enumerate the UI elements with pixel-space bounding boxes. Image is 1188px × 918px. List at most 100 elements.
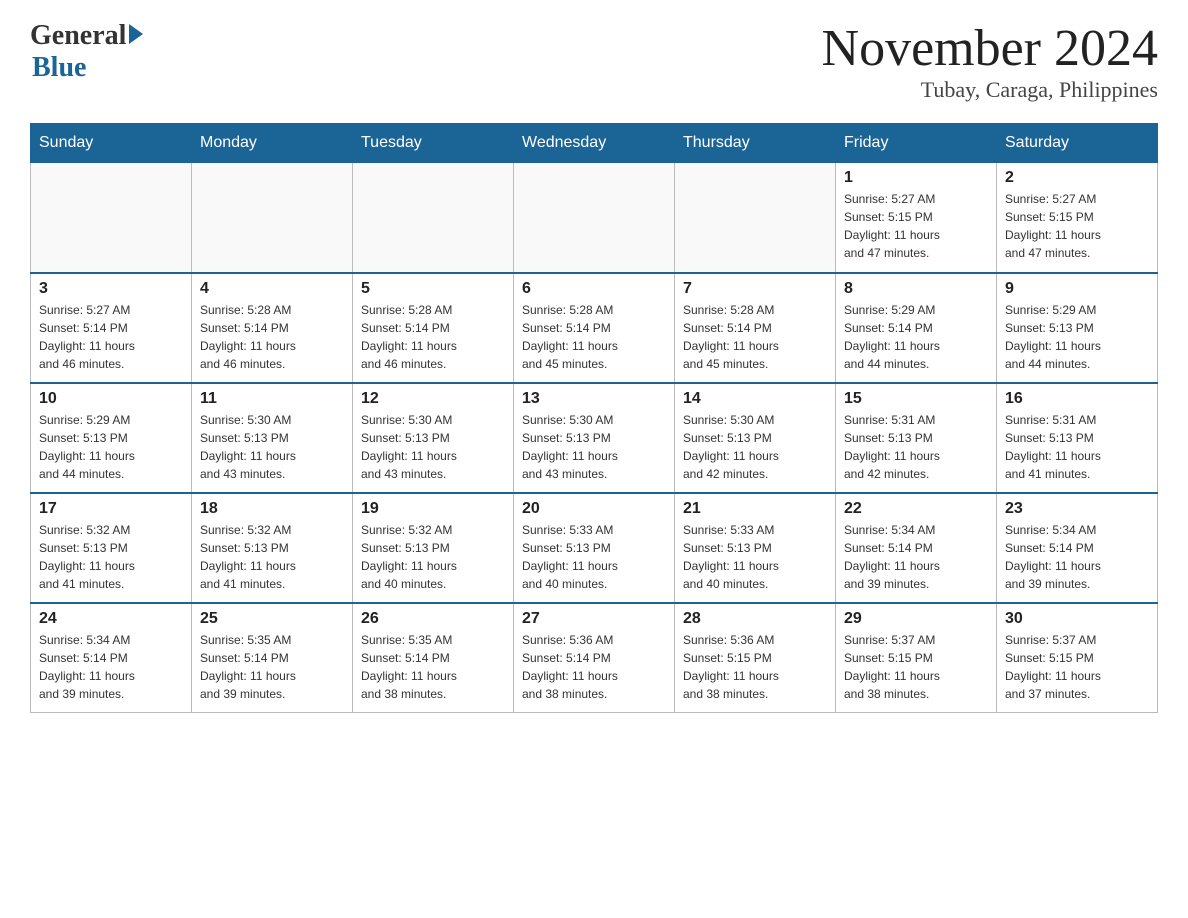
- calendar-cell: 4 Sunrise: 5:28 AMSunset: 5:14 PMDaylight…: [192, 273, 353, 383]
- calendar-cell: [514, 163, 675, 273]
- day-number: 5: [361, 280, 505, 298]
- calendar-cell: 13 Sunrise: 5:30 AMSunset: 5:13 PMDayligh…: [514, 383, 675, 493]
- day-info: Sunrise: 5:27 AMSunset: 5:14 PMDaylight:…: [39, 301, 183, 373]
- calendar-row-5: 24Sunrise: 5:34 AMSunset: 5:14 PMDayligh…: [31, 603, 1158, 713]
- calendar-cell: 25Sunrise: 5:35 AMSunset: 5:14 PMDayligh…: [192, 603, 353, 713]
- calendar-cell: 14Sunrise: 5:30 AMSunset: 5:13 PMDayligh…: [675, 383, 836, 493]
- day-number: 6: [522, 280, 666, 298]
- day-info: Sunrise: 5:32 AMSunset: 5:13 PMDaylight:…: [361, 521, 505, 593]
- header-wednesday: Wednesday: [514, 124, 675, 163]
- logo-blue-text: Blue: [32, 52, 86, 84]
- day-info: Sunrise: 5:27 AMSunset: 5:15 PMDaylight:…: [1005, 190, 1149, 262]
- calendar-cell: 23 Sunrise: 5:34 AMSunset: 5:14 PMDayligh…: [997, 493, 1158, 603]
- calendar-cell: 17 Sunrise: 5:32 AMSunset: 5:13 PMDayligh…: [31, 493, 192, 603]
- day-info: Sunrise: 5:34 AMSunset: 5:14 PMDaylight:…: [844, 521, 988, 593]
- calendar-cell: 5Sunrise: 5:28 AMSunset: 5:14 PMDaylight…: [353, 273, 514, 383]
- logo-general-text: General: [30, 20, 126, 52]
- day-info: Sunrise: 5:36 AMSunset: 5:14 PMDaylight:…: [522, 631, 666, 703]
- calendar-cell: 16 Sunrise: 5:31 AMSunset: 5:13 PMDayligh…: [997, 383, 1158, 493]
- day-info: Sunrise: 5:30 AMSunset: 5:13 PMDaylight:…: [361, 411, 505, 483]
- day-info: Sunrise: 5:28 AMSunset: 5:14 PMDaylight:…: [522, 301, 666, 373]
- month-year-title: November 2024: [822, 20, 1158, 77]
- header-sunday: Sunday: [31, 124, 192, 163]
- day-number: 23: [1005, 500, 1149, 518]
- header-friday: Friday: [836, 124, 997, 163]
- calendar-cell: 12 Sunrise: 5:30 AMSunset: 5:13 PMDayligh…: [353, 383, 514, 493]
- day-number: 7: [683, 280, 827, 298]
- day-number: 11: [200, 390, 344, 408]
- day-info: Sunrise: 5:31 AMSunset: 5:13 PMDaylight:…: [1005, 411, 1149, 483]
- page-header: General Blue November 2024 Tubay, Caraga…: [30, 20, 1158, 103]
- header-row: Sunday Monday Tuesday Wednesday Thursday…: [31, 124, 1158, 163]
- day-info: Sunrise: 5:30 AMSunset: 5:13 PMDaylight:…: [522, 411, 666, 483]
- day-info: Sunrise: 5:35 AMSunset: 5:14 PMDaylight:…: [200, 631, 344, 703]
- day-number: 4: [200, 280, 344, 298]
- calendar-cell: 19 Sunrise: 5:32 AMSunset: 5:13 PMDayligh…: [353, 493, 514, 603]
- day-info: Sunrise: 5:36 AMSunset: 5:15 PMDaylight:…: [683, 631, 827, 703]
- day-number: 16: [1005, 390, 1149, 408]
- header-saturday: Saturday: [997, 124, 1158, 163]
- header-tuesday: Tuesday: [353, 124, 514, 163]
- calendar-cell: 24Sunrise: 5:34 AMSunset: 5:14 PMDayligh…: [31, 603, 192, 713]
- calendar-cell: [31, 163, 192, 273]
- calendar-cell: 18 Sunrise: 5:32 AMSunset: 5:13 PMDayligh…: [192, 493, 353, 603]
- calendar-cell: 30Sunrise: 5:37 AMSunset: 5:15 PMDayligh…: [997, 603, 1158, 713]
- calendar-row-4: 17 Sunrise: 5:32 AMSunset: 5:13 PMDayligh…: [31, 493, 1158, 603]
- calendar-cell: [675, 163, 836, 273]
- location-subtitle: Tubay, Caraga, Philippines: [822, 77, 1158, 103]
- day-number: 26: [361, 610, 505, 628]
- day-info: Sunrise: 5:28 AMSunset: 5:14 PMDaylight:…: [683, 301, 827, 373]
- calendar-cell: [192, 163, 353, 273]
- calendar-cell: 28 Sunrise: 5:36 AMSunset: 5:15 PMDayligh…: [675, 603, 836, 713]
- calendar-cell: 21 Sunrise: 5:33 AMSunset: 5:13 PMDayligh…: [675, 493, 836, 603]
- calendar-row-3: 10Sunrise: 5:29 AMSunset: 5:13 PMDayligh…: [31, 383, 1158, 493]
- calendar-cell: 10Sunrise: 5:29 AMSunset: 5:13 PMDayligh…: [31, 383, 192, 493]
- header-monday: Monday: [192, 124, 353, 163]
- day-info: Sunrise: 5:34 AMSunset: 5:14 PMDaylight:…: [1005, 521, 1149, 593]
- day-number: 18: [200, 500, 344, 518]
- day-number: 24: [39, 610, 183, 628]
- day-number: 22: [844, 500, 988, 518]
- calendar-cell: 27 Sunrise: 5:36 AMSunset: 5:14 PMDayligh…: [514, 603, 675, 713]
- day-info: Sunrise: 5:28 AMSunset: 5:14 PMDaylight:…: [200, 301, 344, 373]
- day-info: Sunrise: 5:33 AMSunset: 5:13 PMDaylight:…: [683, 521, 827, 593]
- calendar-cell: 29Sunrise: 5:37 AMSunset: 5:15 PMDayligh…: [836, 603, 997, 713]
- day-info: Sunrise: 5:37 AMSunset: 5:15 PMDaylight:…: [1005, 631, 1149, 703]
- calendar-cell: 6 Sunrise: 5:28 AMSunset: 5:14 PMDaylight…: [514, 273, 675, 383]
- calendar-cell: [353, 163, 514, 273]
- day-info: Sunrise: 5:33 AMSunset: 5:13 PMDaylight:…: [522, 521, 666, 593]
- day-number: 21: [683, 500, 827, 518]
- day-number: 3: [39, 280, 183, 298]
- day-info: Sunrise: 5:32 AMSunset: 5:13 PMDaylight:…: [39, 521, 183, 593]
- calendar-cell: 7 Sunrise: 5:28 AMSunset: 5:14 PMDaylight…: [675, 273, 836, 383]
- day-info: Sunrise: 5:27 AMSunset: 5:15 PMDaylight:…: [844, 190, 988, 262]
- day-info: Sunrise: 5:29 AMSunset: 5:14 PMDaylight:…: [844, 301, 988, 373]
- calendar-cell: 2Sunrise: 5:27 AMSunset: 5:15 PMDaylight…: [997, 163, 1158, 273]
- day-info: Sunrise: 5:30 AMSunset: 5:13 PMDaylight:…: [683, 411, 827, 483]
- day-number: 1: [844, 169, 988, 187]
- day-number: 10: [39, 390, 183, 408]
- day-info: Sunrise: 5:32 AMSunset: 5:13 PMDaylight:…: [200, 521, 344, 593]
- day-number: 12: [361, 390, 505, 408]
- day-number: 19: [361, 500, 505, 518]
- calendar-table: Sunday Monday Tuesday Wednesday Thursday…: [30, 123, 1158, 713]
- calendar-cell: 3 Sunrise: 5:27 AMSunset: 5:14 PMDaylight…: [31, 273, 192, 383]
- day-number: 9: [1005, 280, 1149, 298]
- header-thursday: Thursday: [675, 124, 836, 163]
- day-info: Sunrise: 5:37 AMSunset: 5:15 PMDaylight:…: [844, 631, 988, 703]
- day-number: 27: [522, 610, 666, 628]
- calendar-row-2: 3 Sunrise: 5:27 AMSunset: 5:14 PMDaylight…: [31, 273, 1158, 383]
- day-number: 20: [522, 500, 666, 518]
- day-number: 28: [683, 610, 827, 628]
- day-info: Sunrise: 5:30 AMSunset: 5:13 PMDaylight:…: [200, 411, 344, 483]
- title-area: November 2024 Tubay, Caraga, Philippines: [822, 20, 1158, 103]
- logo-arrow-icon: [129, 24, 143, 44]
- day-info: Sunrise: 5:29 AMSunset: 5:13 PMDaylight:…: [1005, 301, 1149, 373]
- day-info: Sunrise: 5:35 AMSunset: 5:14 PMDaylight:…: [361, 631, 505, 703]
- calendar-cell: 1 Sunrise: 5:27 AMSunset: 5:15 PMDaylight…: [836, 163, 997, 273]
- logo: General Blue: [30, 20, 143, 84]
- day-number: 17: [39, 500, 183, 518]
- calendar-cell: 8Sunrise: 5:29 AMSunset: 5:14 PMDaylight…: [836, 273, 997, 383]
- calendar-cell: 22 Sunrise: 5:34 AMSunset: 5:14 PMDayligh…: [836, 493, 997, 603]
- day-number: 13: [522, 390, 666, 408]
